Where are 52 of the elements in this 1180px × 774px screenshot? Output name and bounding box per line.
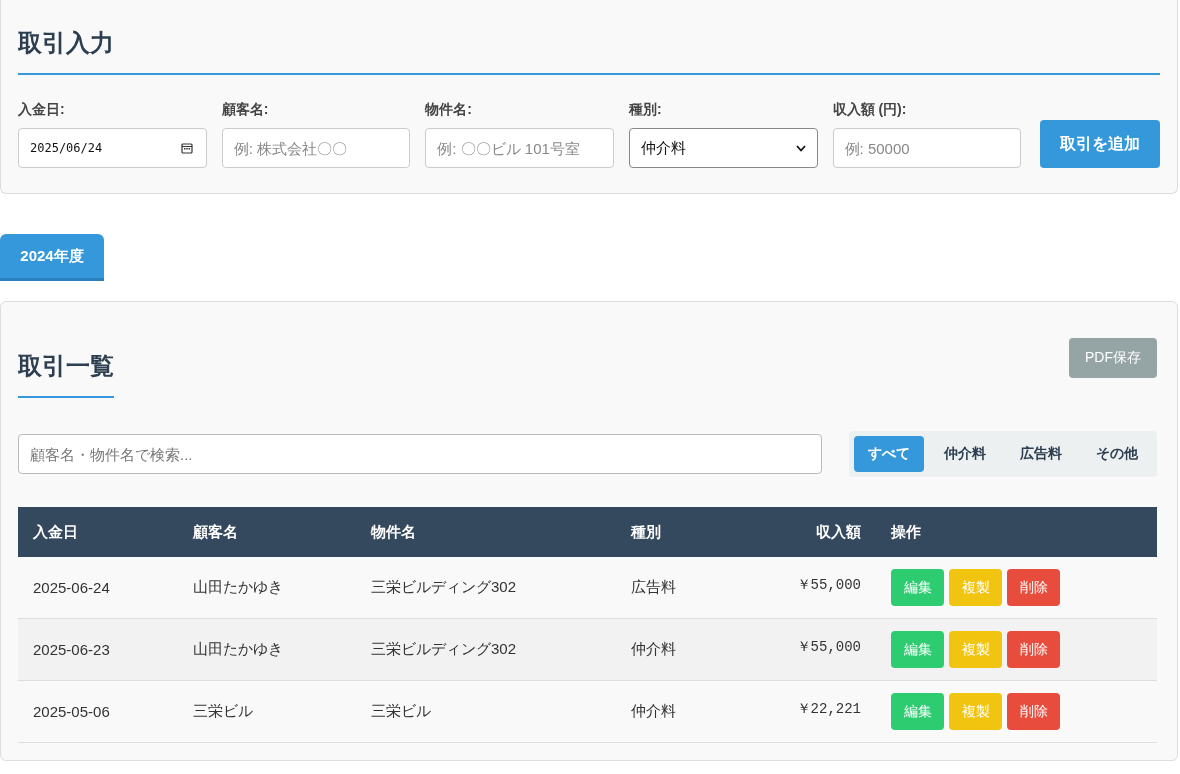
add-button[interactable]: 取引を追加 (1040, 120, 1160, 168)
table-cell: 仲介料 (631, 640, 676, 657)
type-select[interactable]: 仲介料 (628, 128, 818, 168)
field-label: 入金日: (18, 101, 66, 119)
column-header: 操作 (891, 522, 921, 540)
date-field[interactable]: 2025/06/24 (18, 128, 207, 168)
calendar-icon (180, 142, 193, 154)
column-header: 収入額 (816, 522, 861, 540)
delete-button[interactable]: 削除 (1007, 569, 1060, 606)
pdf-save-button[interactable]: PDF保存 (1069, 338, 1157, 378)
field-label: 物件名: (425, 101, 473, 119)
filter-button[interactable]: 仲介料 (930, 436, 1000, 472)
table-cell: ￥55,000 (796, 577, 861, 593)
filter-button[interactable]: 広告料 (1006, 436, 1076, 472)
input-field[interactable]: 例: 株式会社〇〇 (221, 128, 411, 168)
copy-button[interactable]: 複製 (949, 569, 1002, 606)
table-cell: 山田たかゆき (193, 578, 283, 595)
edit-button[interactable]: 編集 (891, 693, 944, 730)
input-field[interactable]: 例: 50000 (832, 128, 1022, 168)
section-title: 取引一覧 (18, 350, 114, 398)
field-label: 顧客名: (221, 101, 270, 119)
copy-button[interactable]: 複製 (949, 631, 1002, 668)
edit-button[interactable]: 編集 (891, 569, 944, 606)
section-title: 取引入力 (18, 27, 1160, 75)
table-cell: ￥22,221 (796, 701, 861, 717)
table-cell: 三栄ビル (371, 702, 431, 719)
table-cell: 山田たかゆき (193, 640, 283, 657)
delete-button[interactable]: 削除 (1007, 631, 1060, 668)
column-header: 種別 (631, 522, 661, 540)
copy-button[interactable]: 複製 (949, 693, 1002, 730)
filter-button[interactable]: すべて (854, 436, 924, 472)
table-cell: 三栄ビルディング302 (371, 578, 517, 595)
table-cell: ￥55,000 (796, 639, 861, 655)
column-header: 入金日 (33, 522, 78, 540)
search-field[interactable]: 顧客名・物件名で検索... (18, 434, 822, 474)
edit-button[interactable]: 編集 (891, 631, 944, 668)
column-header: 物件名 (371, 522, 416, 540)
year-tab[interactable]: 2024年度 (0, 234, 104, 281)
table-cell: 三栄ビル (193, 702, 253, 719)
delete-button[interactable]: 削除 (1007, 693, 1060, 730)
filter-button[interactable]: その他 (1082, 436, 1152, 472)
table-cell: 広告料 (631, 578, 676, 595)
table-cell: 仲介料 (631, 702, 676, 719)
chevron-down-icon (795, 144, 806, 152)
column-header: 顧客名 (193, 522, 238, 540)
field-label: 種別: (628, 101, 663, 119)
table-cell: 2025-06-23 (33, 641, 110, 658)
input-field[interactable]: 例: 〇〇ビル 101号室 (425, 128, 614, 168)
field-label: 収入額 (円): (832, 101, 908, 119)
table-cell: 2025-06-24 (33, 579, 110, 596)
table-cell: 三栄ビルディング302 (371, 640, 517, 657)
table-cell: 2025-05-06 (33, 703, 110, 720)
